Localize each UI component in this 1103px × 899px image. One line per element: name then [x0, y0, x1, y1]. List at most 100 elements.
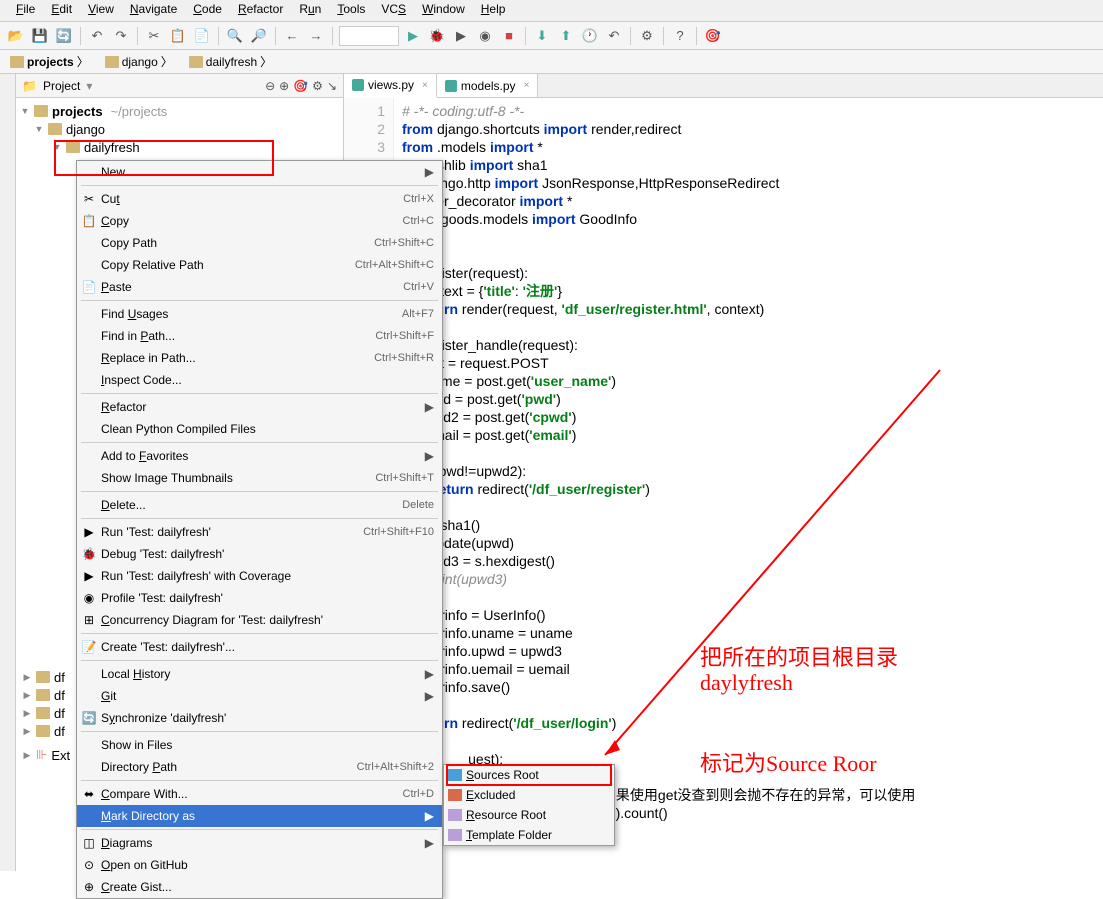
menu-item[interactable]: ▶Run 'Test: dailyfresh' with Coverage — [77, 565, 442, 587]
menu-item[interactable]: ⊞Concurrency Diagram for 'Test: dailyfre… — [77, 609, 442, 631]
tree-dailyfresh[interactable]: ▼dailyfresh — [16, 138, 343, 156]
gear-icon[interactable]: ⚙ — [312, 79, 323, 93]
menu-bar: File Edit View Navigate Code Refactor Ru… — [0, 0, 1103, 22]
menu-item[interactable]: Show Image ThumbnailsCtrl+Shift+T — [77, 467, 442, 489]
redo-icon[interactable]: ↷ — [111, 26, 131, 46]
forward-icon[interactable]: → — [306, 26, 326, 46]
menu-item[interactable]: Find in Path...Ctrl+Shift+F — [77, 325, 442, 347]
run-config-combo[interactable] — [339, 26, 399, 46]
tree-ext-libs[interactable]: ▶⊪Ext — [18, 746, 76, 764]
menu-item[interactable]: Show in Files — [77, 734, 442, 756]
submenu-item[interactable]: Excluded — [444, 785, 614, 805]
copy-icon[interactable]: 📋 — [168, 26, 188, 46]
save-icon[interactable]: 💾 — [30, 26, 50, 46]
stop-icon[interactable]: ■ — [499, 26, 519, 46]
vcs-update-icon[interactable]: ⬇ — [532, 26, 552, 46]
menu-item[interactable]: Find UsagesAlt+F7 — [77, 303, 442, 325]
crumb-django[interactable]: django〉 — [101, 52, 181, 71]
tree-django[interactable]: ▼django — [16, 120, 343, 138]
tab-views[interactable]: views.py× — [344, 74, 437, 98]
tree-item[interactable]: ▶df — [18, 668, 76, 686]
replace-icon[interactable]: 🔎 — [249, 26, 269, 46]
menu-item[interactable]: 🐞Debug 'Test: dailyfresh' — [77, 543, 442, 565]
menu-item[interactable]: Copy Relative PathCtrl+Alt+Shift+C — [77, 254, 442, 276]
menu-item[interactable]: ⊙Open on GitHub — [77, 854, 442, 876]
menu-item[interactable]: ◫Diagrams▶ — [77, 832, 442, 854]
folder-icon — [66, 141, 80, 153]
menu-navigate[interactable]: Navigate — [122, 2, 185, 19]
open-icon[interactable]: 📂 — [6, 26, 26, 46]
submenu-item[interactable]: Sources Root — [444, 765, 614, 785]
code-editor[interactable]: 123 # -*- coding:utf-8 -*- from django.s… — [344, 98, 1103, 871]
tree-root[interactable]: ▼projects~/projects — [16, 102, 343, 120]
menu-item[interactable]: Delete...Delete — [77, 494, 442, 516]
menu-code[interactable]: Code — [185, 2, 230, 19]
menu-vcs[interactable]: VCS — [373, 2, 414, 19]
menu-item[interactable]: Local History▶ — [77, 663, 442, 685]
menu-item[interactable]: Directory PathCtrl+Alt+Shift+2 — [77, 756, 442, 778]
menu-item[interactable]: New▶ — [77, 161, 442, 183]
menu-item[interactable]: 🔄Synchronize 'dailyfresh' — [77, 707, 442, 729]
mark-directory-submenu: Sources RootExcludedResource RootTemplat… — [443, 764, 615, 846]
project-panel-header: 📁 Project ▾ ⊖ ⊕ 🎯 ⚙ ↘ — [16, 74, 343, 98]
structure-icon[interactable]: 🎯 — [703, 26, 723, 46]
close-icon[interactable]: × — [524, 80, 530, 91]
crumb-projects[interactable]: projects〉 — [6, 52, 97, 71]
tree-item[interactable]: ▶df — [18, 722, 76, 740]
vcs-commit-icon[interactable]: ⬆ — [556, 26, 576, 46]
vcs-history-icon[interactable]: 🕐 — [580, 26, 600, 46]
menu-run[interactable]: Run — [291, 2, 329, 19]
code-content[interactable]: # -*- coding:utf-8 -*- from django.short… — [394, 98, 1103, 871]
menu-item[interactable]: ▶Run 'Test: dailyfresh'Ctrl+Shift+F10 — [77, 521, 442, 543]
run-icon[interactable]: ▶ — [403, 26, 423, 46]
target-icon[interactable]: 🎯 — [293, 79, 308, 93]
menu-item[interactable]: ◉Profile 'Test: dailyfresh' — [77, 587, 442, 609]
submenu-item[interactable]: Resource Root — [444, 805, 614, 825]
vcs-revert-icon[interactable]: ↶ — [604, 26, 624, 46]
find-icon[interactable]: 🔍 — [225, 26, 245, 46]
scroll-icon[interactable]: ⊕ — [279, 79, 289, 93]
menu-item[interactable]: Copy PathCtrl+Shift+C — [77, 232, 442, 254]
menu-item[interactable]: Refactor▶ — [77, 396, 442, 418]
menu-item[interactable]: 📄PasteCtrl+V — [77, 276, 442, 298]
tree-item[interactable]: ▶df — [18, 704, 76, 722]
tree-item[interactable]: ▶df — [18, 686, 76, 704]
menu-view[interactable]: View — [80, 2, 122, 19]
menu-file[interactable]: File — [8, 2, 43, 19]
tree-overflow: ▶df ▶df ▶df ▶df ▶⊪Ext — [18, 668, 76, 764]
panel-title: Project — [43, 79, 80, 93]
coverage-icon[interactable]: ▶ — [451, 26, 471, 46]
paste-icon[interactable]: 📄 — [192, 26, 212, 46]
sync-icon[interactable]: 🔄 — [54, 26, 74, 46]
menu-item[interactable]: ⊕Create Gist... — [77, 876, 442, 898]
tab-models[interactable]: models.py× — [437, 74, 539, 97]
menu-refactor[interactable]: Refactor — [230, 2, 291, 19]
close-icon[interactable]: × — [422, 80, 428, 91]
back-icon[interactable]: ← — [282, 26, 302, 46]
menu-item[interactable]: 📝Create 'Test: dailyfresh'... — [77, 636, 442, 658]
hide-icon[interactable]: ↘ — [327, 79, 337, 93]
menu-item[interactable]: Git▶ — [77, 685, 442, 707]
menu-item[interactable]: 📋CopyCtrl+C — [77, 210, 442, 232]
menu-item[interactable]: Replace in Path...Ctrl+Shift+R — [77, 347, 442, 369]
menu-window[interactable]: Window — [414, 2, 473, 19]
menu-item[interactable]: Add to Favorites▶ — [77, 445, 442, 467]
settings-icon[interactable]: ⚙ — [637, 26, 657, 46]
menu-item[interactable]: ⬌Compare With...Ctrl+D — [77, 783, 442, 805]
project-view-icon: 📁 — [22, 79, 37, 93]
debug-icon[interactable]: 🐞 — [427, 26, 447, 46]
submenu-item[interactable]: Template Folder — [444, 825, 614, 845]
menu-item[interactable]: Mark Directory as▶ — [77, 805, 442, 827]
undo-icon[interactable]: ↶ — [87, 26, 107, 46]
menu-item[interactable]: ✂CutCtrl+X — [77, 188, 442, 210]
menu-item[interactable]: Clean Python Compiled Files — [77, 418, 442, 440]
cut-icon[interactable]: ✂ — [144, 26, 164, 46]
help-icon[interactable]: ? — [670, 26, 690, 46]
menu-tools[interactable]: Tools — [329, 2, 373, 19]
collapse-icon[interactable]: ⊖ — [265, 79, 275, 93]
profile-icon[interactable]: ◉ — [475, 26, 495, 46]
menu-edit[interactable]: Edit — [43, 2, 80, 19]
menu-help[interactable]: Help — [473, 2, 514, 19]
menu-item[interactable]: Inspect Code... — [77, 369, 442, 391]
crumb-dailyfresh[interactable]: dailyfresh〉 — [185, 52, 280, 71]
